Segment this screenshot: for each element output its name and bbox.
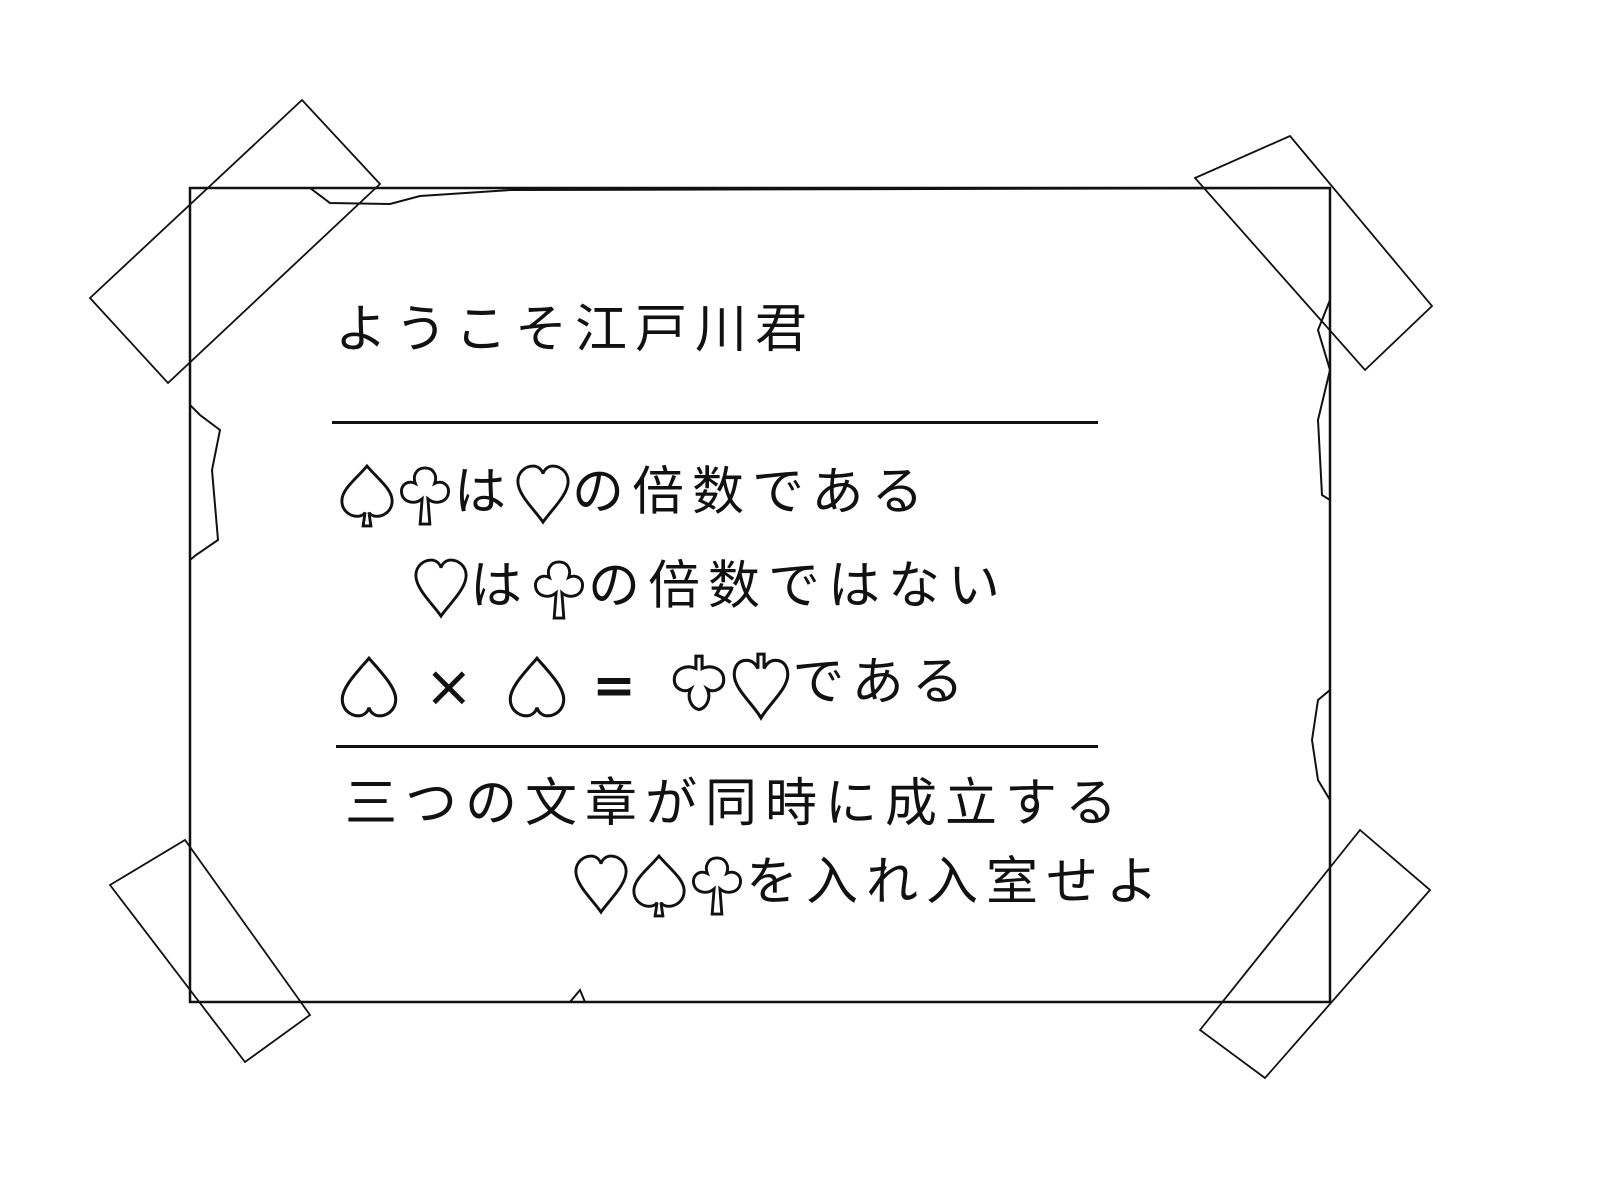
clue-1-text: の倍数である bbox=[572, 462, 932, 523]
clue-1-particle: は bbox=[454, 462, 515, 523]
heart-with-stem-icon bbox=[730, 650, 792, 722]
times-sign: × bbox=[424, 652, 482, 720]
heart-outline-icon bbox=[412, 556, 470, 624]
clue-line-2: はの倍数ではない bbox=[412, 556, 1008, 624]
clue-2-particle: は bbox=[470, 556, 531, 617]
clue-3-text: である bbox=[792, 652, 972, 713]
club-outline-icon bbox=[396, 462, 454, 530]
heart-outline-icon bbox=[572, 852, 630, 920]
top-divider bbox=[332, 421, 1098, 424]
heart-top-half-icon bbox=[506, 650, 568, 722]
clue-2-text: の倍数ではない bbox=[588, 556, 1009, 617]
club-without-stem-icon bbox=[668, 650, 730, 722]
equals-sign: = bbox=[592, 656, 644, 716]
instruction-line-2: を入れ入室せよ bbox=[572, 852, 1166, 920]
bottom-divider bbox=[336, 745, 1098, 748]
heart-outline-icon bbox=[514, 462, 572, 530]
clue-line-1: はの倍数である bbox=[338, 462, 932, 530]
instruction-2-text: を入れ入室せよ bbox=[746, 852, 1167, 913]
club-outline-icon bbox=[688, 852, 746, 920]
heart-top-half-icon bbox=[338, 650, 400, 722]
greeting-text: ようこそ江戸川君 bbox=[335, 300, 816, 360]
club-outline-icon bbox=[530, 556, 588, 624]
instruction-line-1: 三つの文章が同時に成立する bbox=[345, 774, 1126, 834]
spade-outline-icon bbox=[338, 462, 396, 530]
clue-line-3: × = である bbox=[338, 650, 972, 722]
spade-outline-icon bbox=[630, 852, 688, 920]
